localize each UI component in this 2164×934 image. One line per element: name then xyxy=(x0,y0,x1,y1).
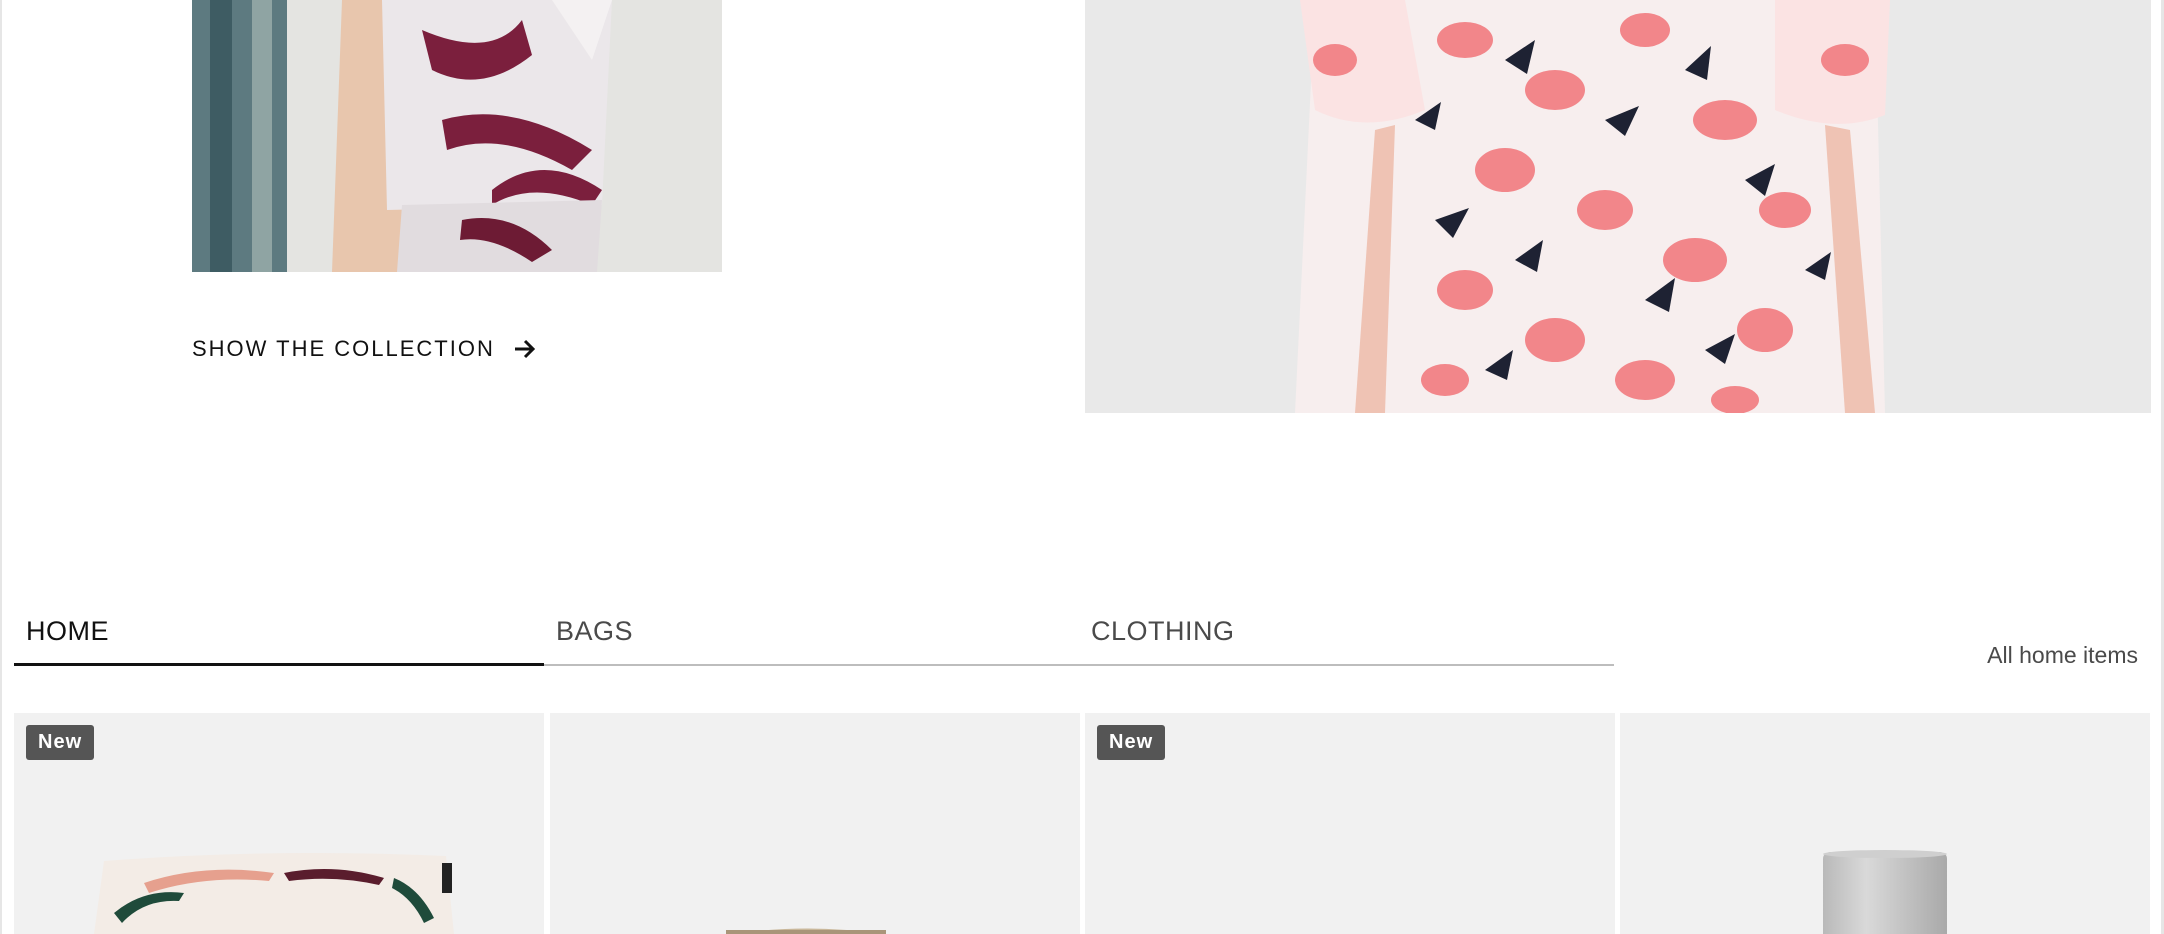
product-card-vase[interactable] xyxy=(1620,713,2150,934)
tab-bags[interactable]: BAGS xyxy=(556,616,633,664)
collection-photo-right[interactable] xyxy=(1085,0,2151,413)
product-card-cushion[interactable]: New xyxy=(14,713,544,934)
cushion-image xyxy=(94,852,454,934)
show-collection-link[interactable]: SHOW THE COLLECTION xyxy=(192,336,537,362)
show-collection-label: SHOW THE COLLECTION xyxy=(192,336,495,361)
bag-image xyxy=(726,928,886,934)
vase-image xyxy=(1823,850,1947,934)
collection-photo-left[interactable] xyxy=(192,0,722,272)
tab-home[interactable]: HOME xyxy=(26,616,109,664)
category-tabs: HOME BAGS CLOTHING xyxy=(14,608,1614,666)
arrow-right-icon xyxy=(514,339,535,359)
product-card-bag[interactable] xyxy=(550,713,1080,934)
all-home-items-link[interactable]: All home items xyxy=(1987,642,2138,669)
tab-clothing[interactable]: CLOTHING xyxy=(1091,616,1235,664)
model-top-skirt-image xyxy=(192,0,722,272)
active-tab-indicator xyxy=(14,663,544,666)
new-badge: New xyxy=(1097,725,1166,760)
model-dress-image xyxy=(1085,0,2151,413)
product-card-new-item[interactable]: New xyxy=(1085,713,1615,934)
